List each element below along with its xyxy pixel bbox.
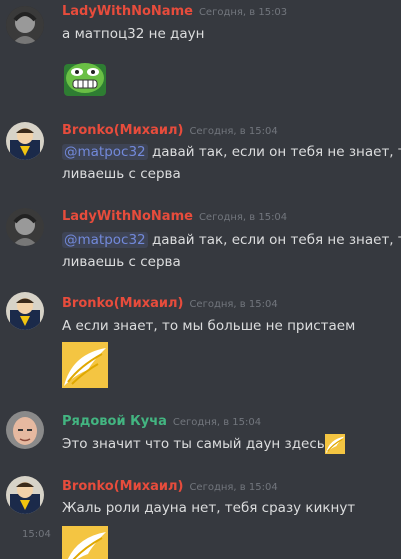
message: Bronko(Михаил) Сегодня, в 15:04 Жаль роли… xyxy=(0,472,401,559)
avatar[interactable] xyxy=(6,476,44,514)
avatar[interactable] xyxy=(6,122,44,160)
message-text: Жаль роли дауна нет, тебя сразу кикнут xyxy=(62,500,356,516)
wing-emoji-icon xyxy=(62,342,108,388)
message: Bronko(Михаил) Сегодня, в 15:04 А если зн… xyxy=(0,288,401,398)
author-name[interactable]: Рядовой Куча Сегодня, в 15:04 xyxy=(62,414,261,429)
author-name[interactable]: Bronko(Михаил) Сегодня, в 15:04 xyxy=(62,296,278,311)
timestamp: Сегодня, в 15:04 xyxy=(172,417,262,428)
timestamp: Сегодня, в 15:04 xyxy=(189,126,278,137)
timestamp: Сегодня, в 15:03 xyxy=(198,7,288,18)
message: Рядовой Куча Сегодня, в 15:04 Это значит … xyxy=(0,405,401,465)
timestamp: Сегодня, в 15:04 xyxy=(189,299,278,310)
author-name[interactable]: LadyWithNoName Сегодня, в 15:04 xyxy=(62,209,287,224)
timestamp: Сегодня, в 15:04 xyxy=(198,212,288,223)
avatar[interactable] xyxy=(6,292,44,330)
message-text: @matpoc32 давай так, если он тебя не зна… xyxy=(62,232,401,248)
user-mention[interactable]: @matpoc32 xyxy=(62,232,148,248)
message-text: ливаешь с серва xyxy=(62,254,181,270)
wing-emoji-icon xyxy=(62,526,108,559)
pepe-emoji-icon xyxy=(62,54,108,100)
wing-emoji-icon xyxy=(324,434,345,454)
author-name[interactable]: Bronko(Михаил) Сегодня, в 15:04 xyxy=(62,123,278,138)
message: Bronko(Михаил) Сегодня, в 15:04 @matpoc32… xyxy=(0,118,401,198)
message: LadyWithNoName Сегодня, в 15:04 @matpoc32… xyxy=(0,203,401,283)
message-text: ливаешь с серва xyxy=(62,166,181,182)
timestamp: Сегодня, в 15:04 xyxy=(189,482,278,493)
message-text: А если знает, то мы больше не пристаем xyxy=(62,318,356,334)
message-text: а матпоц32 не даун xyxy=(62,26,205,42)
avatar[interactable] xyxy=(6,208,44,246)
message-text: Это значит что ты самый даун здесь xyxy=(62,433,345,455)
author-name[interactable]: Bronko(Михаил) Сегодня, в 15:04 xyxy=(62,479,278,494)
avatar[interactable] xyxy=(6,6,44,44)
message-text: @matpoc32 давай так, если он тебя не зна… xyxy=(62,144,401,160)
user-mention[interactable]: @matpoc32 xyxy=(62,144,148,160)
hover-timestamp: 15:04 xyxy=(22,529,51,540)
avatar[interactable] xyxy=(6,411,44,449)
author-name[interactable]: LadyWithNoName Сегодня, в 15:03 xyxy=(62,4,287,19)
message: LadyWithNoName Сегодня, в 15:03 а матпоц3… xyxy=(0,0,401,110)
